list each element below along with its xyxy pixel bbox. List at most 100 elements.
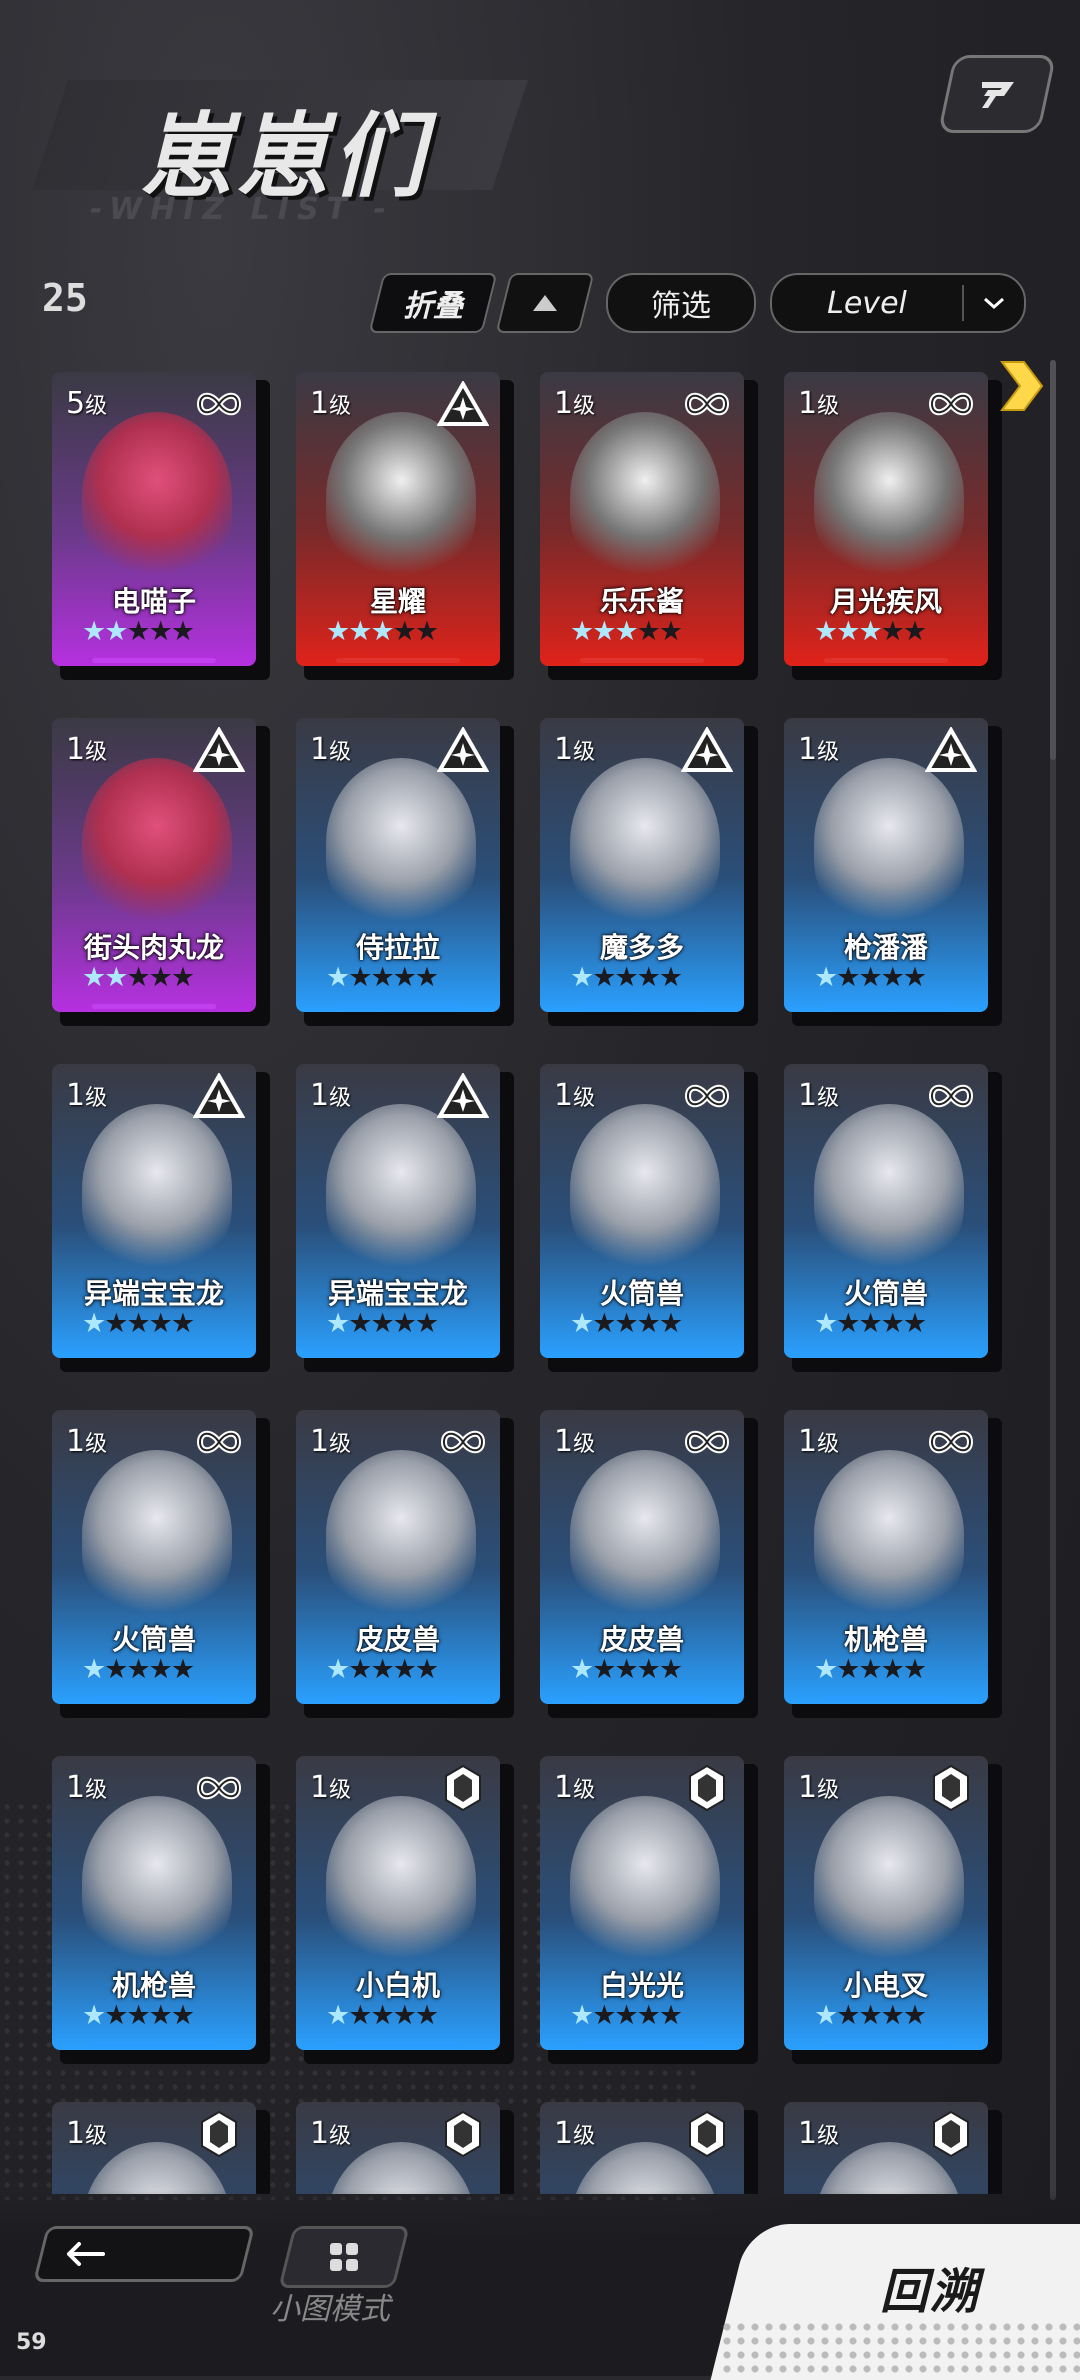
whiz-card[interactable]: 1级 小电叉 ★★★★★ [784, 1756, 1002, 2064]
card-level-value: 1 [798, 386, 818, 421]
whiz-card[interactable]: 1级 星耀 ★★★★★ [296, 372, 514, 680]
star-icon: ★ [658, 616, 683, 647]
whiz-card[interactable]: 1级 皮皮兽 ★★★★★ [296, 1410, 514, 1718]
card-level-suffix: 级 [85, 1778, 108, 1803]
card-stars: ★★★★★ [82, 2000, 195, 2031]
card-level-suffix: 级 [573, 1432, 596, 1457]
star-icon: ★ [592, 1308, 616, 1339]
sort-order-button[interactable] [495, 273, 595, 333]
sort-dropdown[interactable]: Level [770, 273, 1026, 333]
star-icon: ★ [326, 1308, 350, 1339]
whiz-card[interactable]: 1级 枪潘潘 ★★★★★ [784, 718, 1002, 1026]
card-rarity-bar [92, 1350, 216, 1355]
whiz-card[interactable]: 1级 小白机 ★★★★★ [296, 1756, 514, 2064]
whiz-card[interactable]: 1级 机枪兽 ★★★★★ [52, 1756, 270, 2064]
card-face: 5级 电喵子 ★★★★★ [52, 372, 256, 666]
whiz-card[interactable]: 1级 机枪兽 ★★★★★ [784, 1410, 1002, 1718]
whiz-card[interactable]: 1级 火筒兽 ★★★★★ [540, 1064, 758, 1372]
star-icon: ★ [836, 1654, 860, 1685]
tri-star-icon [192, 1073, 246, 1118]
card-stars: ★★★★★ [570, 1308, 683, 1339]
mini-mode-button[interactable] [278, 2226, 410, 2288]
card-level-value: 1 [310, 1078, 330, 1113]
card-level-suffix: 级 [573, 394, 596, 419]
whiz-card[interactable]: 1级 乐乐酱 ★★★★★ [540, 372, 758, 680]
card-level-suffix: 级 [817, 1778, 840, 1803]
star-icon: ★ [636, 2000, 661, 2031]
star-icon: ★ [636, 1654, 661, 1685]
card-level-value: 1 [66, 732, 86, 767]
tri-star-icon [192, 727, 246, 772]
filter-button[interactable]: 筛选 [606, 273, 756, 333]
whiz-card[interactable]: 1级 异端宝宝龙 ★★★★★ [52, 1064, 270, 1372]
star-icon: ★ [836, 962, 860, 993]
card-name: 白光光 [599, 1969, 684, 2002]
whiz-card[interactable]: 1级 皮皮兽 ★★★★★ [540, 1410, 758, 1718]
star-icon: ★ [392, 616, 417, 647]
card-face: 1级 魔多多 ★★★★★ [540, 718, 744, 1012]
whiz-portrait [814, 1104, 964, 1274]
card-level-value: 1 [798, 1424, 818, 1459]
back-button[interactable] [33, 2226, 255, 2282]
star-icon: ★ [902, 1308, 927, 1339]
whiz-portrait [814, 412, 964, 582]
whiz-card[interactable]: 1级 [52, 2102, 270, 2194]
star-icon: ★ [814, 962, 838, 993]
star-icon: ★ [902, 962, 927, 993]
star-icon: ★ [170, 962, 195, 993]
card-level-suffix: 级 [85, 1086, 108, 1111]
card-level-suffix: 级 [85, 740, 108, 765]
card-level-value: 1 [554, 1078, 574, 1113]
card-rarity-bar [824, 2042, 948, 2047]
star-icon: ★ [570, 2000, 594, 2031]
card-level-value: 1 [66, 2116, 86, 2151]
fold-button[interactable]: 折叠 [368, 273, 498, 333]
mini-mode-label: 小图模式 [270, 2292, 390, 2327]
share-button[interactable] [937, 55, 1057, 133]
star-icon: ★ [348, 1308, 372, 1339]
star-icon: ★ [392, 962, 417, 993]
chevron-right-icon[interactable] [996, 356, 1046, 416]
card-stars: ★★★★★ [326, 1654, 439, 1685]
card-face: 1级 机枪兽 ★★★★★ [784, 1410, 988, 1704]
scrollbar-thumb[interactable] [1050, 360, 1056, 760]
whiz-portrait [82, 1104, 232, 1274]
whiz-card[interactable]: 1级 异端宝宝龙 ★★★★★ [296, 1064, 514, 1372]
whiz-card[interactable]: 1级 街头肉丸龙 ★★★★★ [52, 718, 270, 1026]
star-icon: ★ [858, 616, 882, 647]
star-icon: ★ [82, 616, 106, 647]
star-icon: ★ [880, 1308, 905, 1339]
card-name: 皮皮兽 [599, 1623, 684, 1656]
card-level: 1级 [310, 1770, 351, 1805]
star-icon: ★ [82, 1654, 106, 1685]
card-name: 枪潘潘 [843, 931, 928, 964]
whiz-card[interactable]: 1级 [296, 2102, 514, 2194]
card-face: 1级 火筒兽 ★★★★★ [52, 1410, 256, 1704]
card-stars: ★★★★★ [814, 1654, 927, 1685]
star-icon: ★ [414, 1308, 439, 1339]
whiz-card[interactable]: 1级 白光光 ★★★★★ [540, 1756, 758, 2064]
card-rarity-bar [336, 1350, 460, 1355]
star-icon: ★ [104, 962, 128, 993]
star-icon: ★ [592, 1654, 616, 1685]
star-icon: ★ [614, 616, 638, 647]
star-icon: ★ [570, 616, 594, 647]
whiz-card[interactable]: 1级 月光疾风 ★★★★★ [784, 372, 1002, 680]
card-level: 1级 [554, 2116, 595, 2151]
whiz-card[interactable]: 1级 [540, 2102, 758, 2194]
whiz-card[interactable]: 1级 侍拉拉 ★★★★★ [296, 718, 514, 1026]
triangle-up-icon [533, 295, 557, 311]
card-name: 乐乐酱 [599, 585, 684, 618]
whiz-card[interactable]: 1级 [784, 2102, 1002, 2194]
whiz-card[interactable]: 1级 魔多多 ★★★★★ [540, 718, 758, 1026]
whiz-card[interactable]: 5级 电喵子 ★★★★★ [52, 372, 270, 680]
recall-label[interactable]: 回溯 [880, 2252, 980, 2322]
grid-icon [330, 2243, 358, 2271]
star-icon: ★ [636, 616, 661, 647]
star-icon: ★ [392, 2000, 417, 2031]
card-face: 1级 街头肉丸龙 ★★★★★ [52, 718, 256, 1012]
card-level-suffix: 级 [85, 1432, 108, 1457]
whiz-card[interactable]: 1级 火筒兽 ★★★★★ [52, 1410, 270, 1718]
whiz-card[interactable]: 1级 火筒兽 ★★★★★ [784, 1064, 1002, 1372]
card-level: 1级 [554, 732, 595, 767]
